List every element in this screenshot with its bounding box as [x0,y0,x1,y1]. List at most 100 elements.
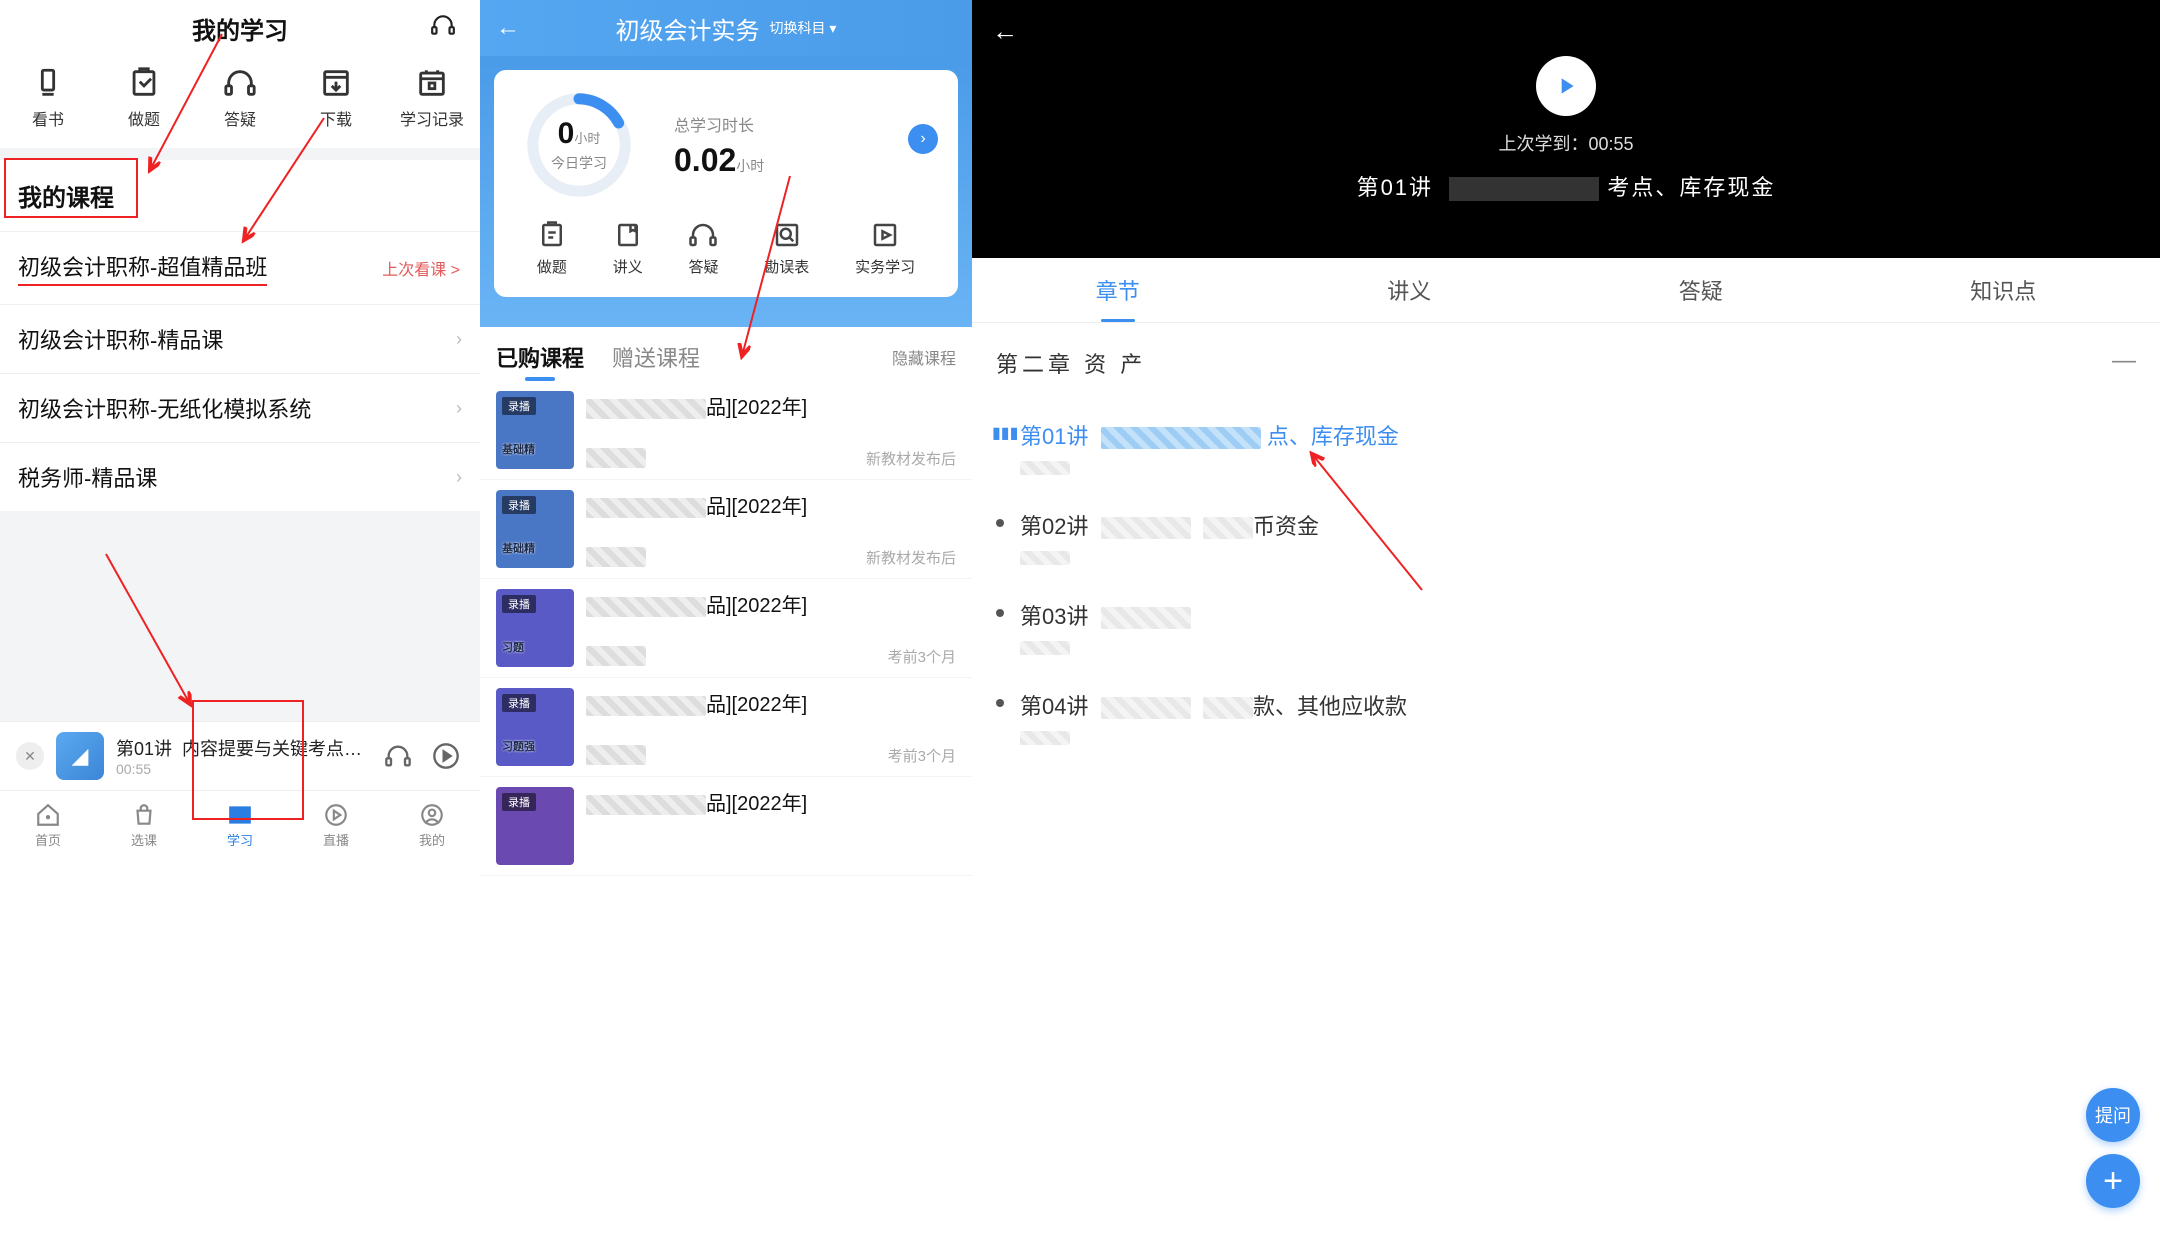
tab-shop[interactable]: 选课 [96,791,192,860]
section-my-courses: 我的课程 [0,160,480,231]
tab-label: 选课 [131,830,157,849]
tab-notes[interactable]: 讲义 [1387,274,1431,306]
act-label: 讲义 [613,256,643,277]
course-row[interactable]: 录播基础精 品][2022年] 新教材发布后 [480,480,972,579]
lecture-item[interactable]: 第02讲 币资金 [972,493,2160,583]
course-item[interactable]: 初级会计职称-无纸化模拟系统 › [0,373,480,442]
act-notes[interactable]: 讲义 [613,220,643,277]
course-item[interactable]: 初级会计职称-精品课 › [0,304,480,373]
tab-home[interactable]: 首页 [0,791,96,860]
act-label: 勘误表 [764,256,809,277]
last-position: 上次学到：00:55 [1498,130,1633,156]
collapse-icon[interactable]: — [2112,347,2136,379]
act-practical[interactable]: 实务学习 [855,220,915,277]
chapter-title: 第二章 资 产 [996,347,1146,379]
back-icon[interactable]: ← [992,16,1018,47]
course-thumb: 录播基础精 [496,490,574,568]
rec-badge: 录播 [502,496,536,514]
chapter-header[interactable]: 第二章 资 产 — [972,323,2160,403]
page-title: 初级会计实务 [616,11,760,46]
support-icon[interactable] [430,12,456,44]
player-title: 第01讲 内容提要与关键考点… [116,735,368,761]
page-title: 我的学习 [192,11,288,46]
tab-points[interactable]: 知识点 [1970,274,2036,306]
lecture-title: 第01讲 点、库存现金 [1020,419,2136,451]
act-errata[interactable]: 勘误表 [764,220,809,277]
bullet-icon [996,699,1004,707]
ask-button[interactable]: 提问 [2086,1088,2140,1142]
lecture-item[interactable]: ▮▮▮ 第01讲 点、库存现金 [972,403,2160,493]
tool-label: 做题 [128,106,160,130]
total-hours: 0.02 [674,142,736,178]
switch-subject[interactable]: 切换科目 ▾ [770,18,837,38]
course-row[interactable]: 录播 品][2022年] [480,777,972,876]
bullet-icon [996,519,1004,527]
last-view-badge[interactable]: 上次看课 > [382,256,460,280]
tool-label: 下载 [320,106,352,130]
tab-study[interactable]: 学习 [192,791,288,860]
tool-history[interactable]: 学习记录 [393,66,471,130]
video-player-area[interactable]: ← 上次学到：00:55 第01讲 考点、库存现金 [972,0,2160,258]
course-item[interactable]: 税务师-精品课 › [0,442,480,511]
add-button[interactable]: + [2086,1154,2140,1208]
close-icon[interactable]: ✕ [16,742,44,770]
chevron-right-icon: › [456,398,462,419]
act-label: 答疑 [688,256,718,277]
bullet-icon [996,609,1004,617]
lecture-item[interactable]: 第04讲 款、其他应收款 [972,673,2160,763]
rec-badge: 录播 [502,397,536,415]
lecture-title: 第03讲 [1020,599,2136,631]
course-thumb: 录播习题 [496,589,574,667]
tool-download[interactable]: 下载 [297,66,375,130]
lecture-item[interactable]: 第03讲 [972,583,2160,673]
tab-gift[interactable]: 赠送课程 [612,341,700,373]
tab-purchased[interactable]: 已购课程 [496,341,584,373]
tab-chapter[interactable]: 章节 [1096,274,1140,306]
course-title: 初级会计职称-精品课 [18,323,223,355]
tool-qa[interactable]: 答疑 [201,66,279,130]
tab-label: 学习 [227,830,253,849]
course-title: 税务师-精品课 [18,461,157,493]
act-qa[interactable]: 答疑 [688,220,718,277]
tool-label: 学习记录 [400,106,464,130]
course-title: 品][2022年] [586,490,956,519]
course-title: 品][2022年] [586,787,956,816]
lecture-title: 第02讲 币资金 [1020,509,2136,541]
course-sub: 新教材发布后 [586,448,956,469]
lecture-title: 第04讲 款、其他应收款 [1020,689,2136,721]
tool-read[interactable]: 看书 [9,66,87,130]
player-thumb: ◢ [56,732,104,780]
course-title: 初级会计职称-无纸化模拟系统 [18,392,311,424]
act-practice[interactable]: 做题 [537,220,567,277]
tab-live[interactable]: 直播 [288,791,384,860]
course-row[interactable]: 录播基础精 品][2022年] 新教材发布后 [480,381,972,480]
course-thumb: 录播习题强 [496,688,574,766]
tab-qa[interactable]: 答疑 [1679,274,1723,306]
course-title: 初级会计职称-超值精品班 [18,250,267,286]
course-row[interactable]: 录播习题 品][2022年] 考前3个月 [480,579,972,678]
course-row[interactable]: 录播习题强 品][2022年] 考前3个月 [480,678,972,777]
act-label: 实务学习 [855,256,915,277]
playing-icon: ▮▮▮ [992,423,1018,443]
tab-hidden[interactable]: 隐藏课程 [892,345,956,369]
course-item[interactable]: 初级会计职称-超值精品班 上次看课 > [0,231,480,304]
rec-badge: 录播 [502,595,536,613]
play-button[interactable] [1536,56,1596,116]
player-time: 00:55 [116,761,368,777]
back-icon[interactable]: ← [496,14,520,42]
mini-player[interactable]: ✕ ◢ 第01讲 内容提要与关键考点… 00:55 [0,721,480,790]
today-dial: 0小时 今日学习 [524,90,634,200]
tab-me[interactable]: 我的 [384,791,480,860]
rec-badge: 录播 [502,793,536,811]
go-button[interactable]: › [908,124,938,154]
course-sub: 考前3个月 [586,646,956,667]
play-icon[interactable] [428,738,464,774]
tool-label: 看书 [32,106,64,130]
course-sub: 考前3个月 [586,745,956,766]
course-title: 品][2022年] [586,589,956,618]
course-title: 品][2022年] [586,391,956,420]
tool-practice[interactable]: 做题 [105,66,183,130]
tool-label: 答疑 [224,106,256,130]
headphone-icon[interactable] [380,738,416,774]
tab-label: 我的 [419,830,445,849]
